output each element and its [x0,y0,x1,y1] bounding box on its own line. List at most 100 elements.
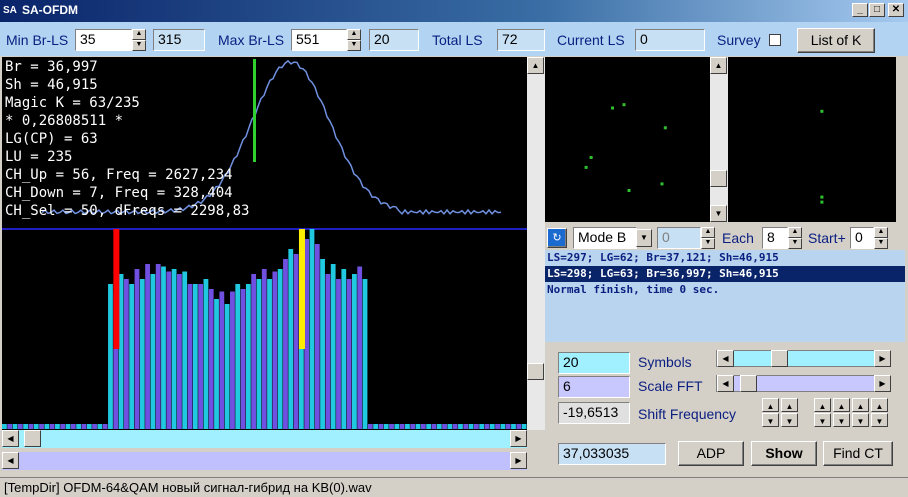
spin-up-icon[interactable]: ▲ [132,29,146,40]
scroll-right-icon[interactable]: ▶ [874,350,891,367]
show-button[interactable]: Show [751,441,817,466]
arrow-up-icon[interactable]: ▲ [852,398,869,412]
plot-hscrollbar[interactable]: ◀ ▶ [2,430,527,448]
scroll-left-icon[interactable]: ◀ [2,430,19,447]
spin-up-icon[interactable]: ▲ [874,227,888,238]
scroll-right-icon[interactable]: ▶ [510,452,527,469]
scroll-left-icon[interactable]: ◀ [2,452,19,469]
spectrum-bar [240,289,246,429]
start-input[interactable]: 0 [850,227,874,249]
scroll-down-icon[interactable]: ▼ [710,205,727,222]
start-label: Start+ [808,230,846,246]
scale-fft-input[interactable]: 6 [558,376,630,398]
spectrum-bar [463,424,469,429]
current-ls-value: 0 [635,29,705,51]
max-br-ls-input[interactable]: 551 [291,29,347,51]
min-br-ls-label: Min Br-LS [6,32,69,48]
survey-checkbox[interactable] [769,34,781,46]
plot-vscrollbar[interactable]: ▲ [527,57,545,430]
slider-thumb[interactable] [770,350,788,367]
spectrum-bar [17,424,23,429]
log-item[interactable]: LS=298; LG=63; Br=36,997; Sh=46,915 [545,266,905,282]
symbols-input[interactable]: 20 [558,352,630,374]
spin-down-icon[interactable]: ▼ [788,238,802,249]
scroll-up-icon[interactable]: ▲ [710,57,727,74]
arrow-down-icon[interactable]: ▼ [871,413,888,427]
spectrum-bar [23,424,29,429]
log-item[interactable]: Normal finish, time 0 sec. [545,282,905,298]
arrow-up-icon[interactable]: ▲ [814,398,831,412]
chevron-down-icon[interactable]: ▼ [636,229,652,247]
slider-thumb[interactable] [740,375,758,392]
arrow-up-icon[interactable]: ▲ [833,398,850,412]
find-ct-button[interactable]: Find CT [823,441,893,466]
spectrum-bar [60,424,66,429]
shift-freq-spinners-a[interactable]: ▲ ▲ ▼ ▼ [762,398,800,428]
scroll-thumb[interactable] [710,170,727,187]
arrow-down-icon[interactable]: ▼ [833,413,850,427]
terminal-line: Sh = 46,915 [5,77,98,93]
scroll-thumb[interactable] [527,363,544,380]
arrow-down-icon[interactable]: ▼ [781,413,798,427]
window-title: SA-OFDM [22,3,78,17]
spectrum-bar [251,274,257,429]
arrow-down-icon[interactable]: ▼ [852,413,869,427]
constellation-point [622,103,626,107]
num-input[interactable]: 0 [657,227,701,249]
spectrum-bar [129,284,135,429]
arrow-down-icon[interactable]: ▼ [762,413,779,427]
scroll-right-icon[interactable]: ▶ [874,375,891,392]
scale-fft-slider[interactable]: ◀ ▶ [716,375,891,392]
spectrum-bar [187,284,193,429]
terminal-line: LU = 235 [5,149,73,165]
spectrum-bar [304,239,310,429]
max-br-ls-spinner[interactable]: ▲ ▼ [347,29,361,51]
constellation-point [820,200,824,204]
arrow-up-icon[interactable]: ▲ [781,398,798,412]
spectrum-bar [420,424,426,429]
spectrum-bar [235,284,241,429]
maximize-button[interactable]: □ [869,3,885,17]
spectrum-bar [272,271,278,429]
scroll-up-icon[interactable]: ▲ [527,57,544,74]
arrow-down-icon[interactable]: ▼ [814,413,831,427]
scroll-left-icon[interactable]: ◀ [717,375,734,392]
log-list[interactable]: LS=297; LG=62; Br=37,121; Sh=46,915 LS=29… [545,250,905,342]
spin-up-icon[interactable]: ▲ [347,29,361,40]
start-spinner[interactable]: ▲ ▼ [874,227,888,249]
spectrum-bar [134,269,140,429]
scroll-right-icon[interactable]: ▶ [510,430,527,447]
arrow-up-icon[interactable]: ▲ [762,398,779,412]
spin-up-icon[interactable]: ▲ [788,227,802,238]
min-br-ls-spinner[interactable]: ▲ ▼ [132,29,146,51]
constellation-point [589,156,593,159]
spin-down-icon[interactable]: ▼ [701,238,715,249]
spectrum-bar [182,271,188,429]
minimize-button[interactable]: _ [852,3,868,17]
list-of-k-button[interactable]: List of K [797,28,875,53]
each-spinner[interactable]: ▲ ▼ [788,227,802,249]
scroll-thumb[interactable] [24,430,41,447]
spin-down-icon[interactable]: ▼ [874,238,888,249]
mode-select[interactable]: Mode B [573,227,637,249]
num-spinner[interactable]: ▲ ▼ [701,227,715,249]
spin-up-icon[interactable]: ▲ [701,227,715,238]
symbols-slider[interactable]: ◀ ▶ [716,350,891,367]
spectrum-bar [314,244,320,429]
shift-freq-spinners-b[interactable]: ▲ ▲ ▲ ▲ ▼ ▼ ▼ ▼ [814,398,894,428]
bottom-hscrollbar[interactable]: ◀ ▶ [2,452,527,470]
arrow-up-icon[interactable]: ▲ [871,398,888,412]
spectrum-bar [65,424,71,429]
spectrum-bar [452,424,458,429]
min-br-ls-input[interactable]: 35 [75,29,132,51]
refresh-icon[interactable]: ↻ [547,228,567,248]
close-button[interactable]: ✕ [888,3,904,17]
spin-down-icon[interactable]: ▼ [132,40,146,51]
spin-down-icon[interactable]: ▼ [347,40,361,51]
log-item[interactable]: LS=297; LG=62; Br=37,121; Sh=46,915 [545,250,905,266]
constellation-vscrollbar[interactable]: ▲ ▼ [710,57,728,222]
red-marker [113,229,120,349]
each-input[interactable]: 8 [762,227,788,249]
scroll-left-icon[interactable]: ◀ [717,350,734,367]
adp-button[interactable]: ADP [678,441,744,466]
